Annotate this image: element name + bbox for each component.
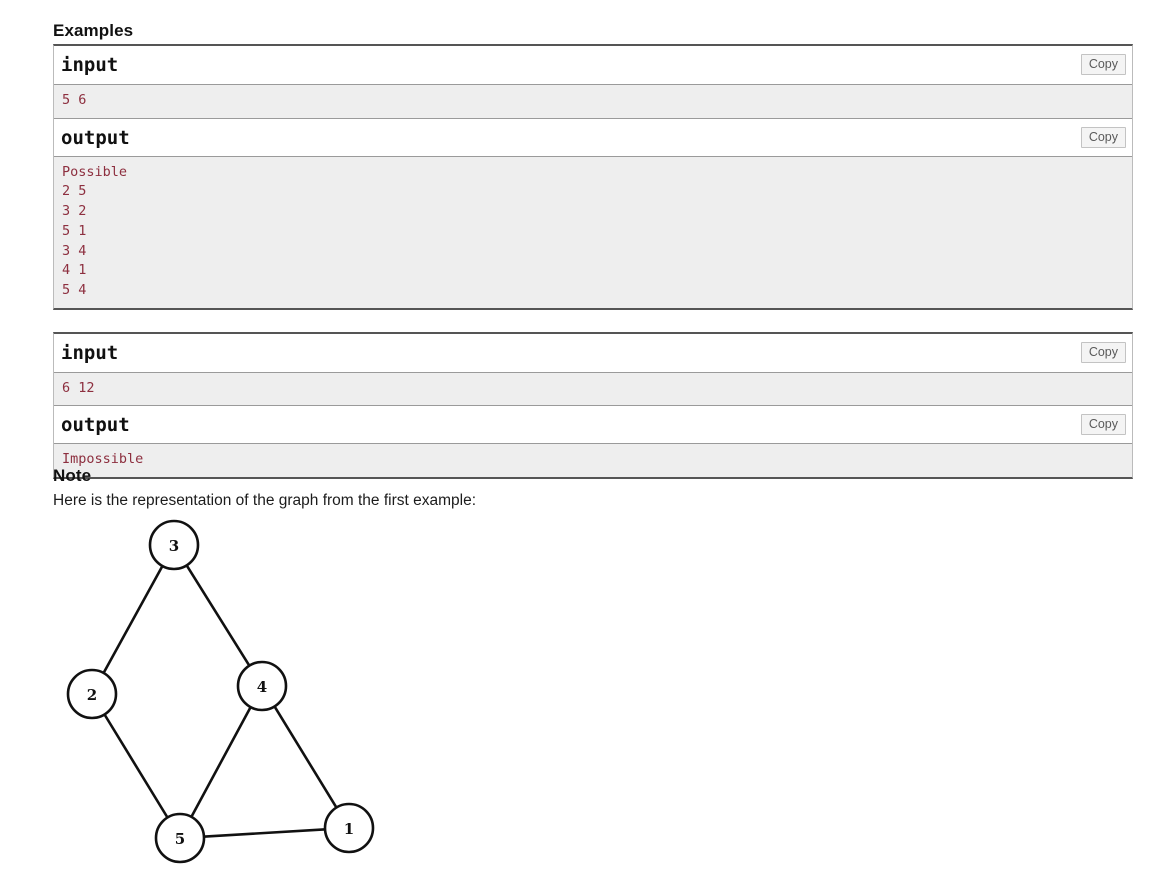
graph-edge-3-2	[101, 563, 165, 676]
graph-nodes-group: 3 2 4 5 1	[66, 519, 375, 864]
graph-node-label-1: 1	[344, 820, 354, 838]
sample-test-2-input-header: input Copy	[54, 333, 1132, 372]
sample-test-1: input Copy 5 6 output Copy Possible 2 5 …	[53, 44, 1133, 310]
sample-test-2-input-data[interactable]: 6 12	[54, 371, 1132, 406]
note-description-text: Here is the representation of the graph …	[53, 492, 477, 509]
graph-edge-4-1	[272, 704, 339, 810]
graph-node-1: 1	[323, 802, 375, 854]
sample-test-2-output-data[interactable]: Impossible	[54, 443, 1132, 478]
graph-illustration: 3 2 4 5 1	[50, 512, 400, 873]
graph-node-4: 4	[236, 660, 288, 712]
graph-node-label-4: 4	[257, 678, 267, 696]
graph-edge-4-5	[189, 704, 253, 820]
copy-output-button-2[interactable]: Copy	[1080, 414, 1126, 436]
graph-edges-group	[101, 563, 339, 838]
graph-node-5: 5	[154, 812, 206, 864]
graph-edge-5-1	[201, 828, 328, 838]
sample-test-1-input-header: input Copy	[54, 46, 1132, 84]
graph-edge-3-4	[184, 563, 252, 668]
sample-test-1-input-data[interactable]: 5 6	[54, 84, 1132, 118]
sample-test-2: input Copy 6 12 output Copy Impossible	[53, 331, 1133, 480]
copy-input-button-1[interactable]: Copy	[1080, 54, 1126, 75]
output-title-label: output	[61, 414, 130, 437]
output-title-label: output	[61, 126, 130, 149]
graph-node-label-5: 5	[175, 830, 185, 848]
graph-svg: 3 2 4 5 1	[66, 519, 375, 864]
problem-statement-page: Examples input Copy 5 6 output Copy Poss…	[0, 0, 1153, 873]
sample-test-1-output-data[interactable]: Possible 2 5 3 2 5 1 3 4 4 1 5 4	[54, 155, 1132, 308]
copy-output-button-1[interactable]: Copy	[1080, 126, 1126, 148]
graph-edge-2-5	[102, 712, 170, 820]
graph-node-3: 3	[148, 519, 200, 571]
copy-input-button-2[interactable]: Copy	[1080, 341, 1126, 363]
note-section-title: Note	[53, 466, 92, 485]
graph-node-label-3: 3	[169, 537, 179, 555]
sample-tests-container: input Copy 5 6 output Copy Possible 2 5 …	[53, 44, 1133, 480]
graph-node-2: 2	[66, 668, 118, 720]
input-title-label: input	[61, 54, 119, 76]
sample-test-2-output-header: output Copy	[54, 405, 1132, 444]
input-title-label: input	[61, 341, 119, 364]
sample-test-1-output-header: output Copy	[54, 117, 1132, 156]
examples-section-title: Examples	[53, 21, 134, 40]
graph-node-label-2: 2	[87, 686, 97, 704]
